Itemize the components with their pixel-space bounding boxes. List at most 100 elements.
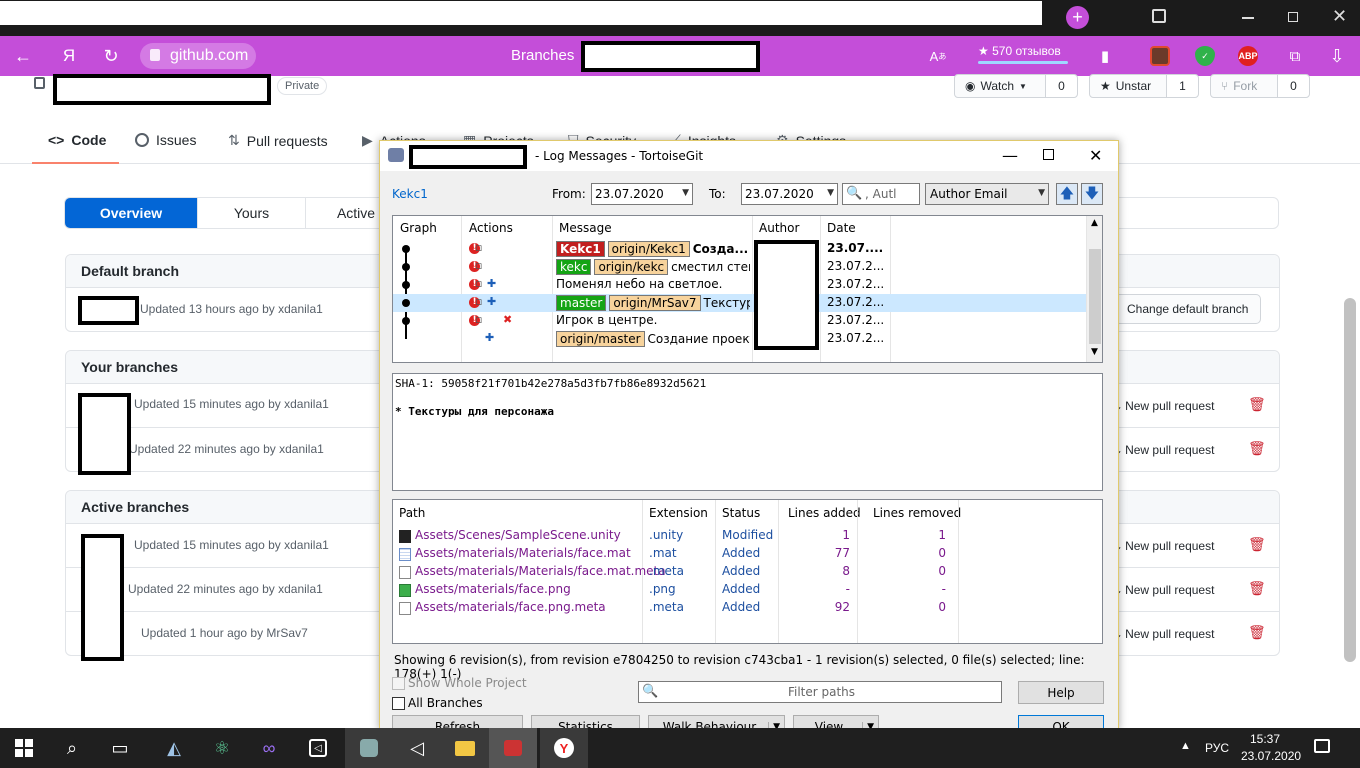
column-actions[interactable]: Actions [469, 221, 513, 235]
search-icon[interactable]: ⌕ [48, 728, 96, 768]
window-titlebar[interactable]: - Log Messages - TortoiseGit — ✕ [380, 141, 1118, 171]
column-message[interactable]: Message [559, 221, 612, 235]
new-pull-request-button[interactable]: ⇅New pull request [1111, 621, 1214, 647]
star-count[interactable]: 1 [1166, 75, 1198, 97]
list-scrollbar[interactable]: ▲ ▼ [1086, 216, 1102, 362]
scroll-down-icon[interactable]: ▼ [1091, 347, 1098, 357]
app-shark-icon[interactable]: ◭ [150, 728, 198, 768]
change-default-branch-button[interactable]: Change default branch [1114, 294, 1262, 324]
collections-icon[interactable] [1152, 9, 1166, 23]
filter-yours[interactable]: Yours [198, 198, 306, 228]
new-pull-request-button[interactable]: ⇅New pull request [1111, 437, 1214, 463]
scroll-up-icon[interactable]: ▲ [1091, 218, 1098, 228]
notifications-icon[interactable] [1314, 739, 1330, 753]
fork-button[interactable]: ⑂ Fork 0 [1210, 74, 1310, 98]
tab-issues[interactable]: Issues [135, 132, 196, 148]
clock-time[interactable]: 15:37 [1250, 732, 1280, 746]
restore-icon[interactable] [1288, 12, 1298, 22]
file-row[interactable]: Assets/materials/Materials/face.mat .mat A… [393, 545, 1101, 563]
filter-overview[interactable]: Overview [65, 198, 198, 228]
delete-branch-icon[interactable]: 🗑 [1248, 624, 1266, 641]
watch-button[interactable]: ◉ Watch ▼ 0 [954, 74, 1078, 98]
scroll-thumb[interactable] [1089, 249, 1101, 344]
column-date[interactable]: Date [827, 221, 856, 235]
tray-chevron-icon[interactable]: ▲ [1180, 740, 1191, 752]
start-icon[interactable] [0, 728, 48, 768]
delete-branch-icon[interactable]: 🗑 [1248, 440, 1266, 457]
address-bar[interactable]: github.com [140, 43, 256, 69]
current-branch-link[interactable]: Kekc1 [392, 187, 428, 201]
revision-list[interactable]: Graph Actions Message Author Date ! ▫ Kekc… [392, 215, 1103, 363]
bookmark-icon[interactable]: ▮ [1093, 36, 1117, 76]
close-icon[interactable]: ✕ [1089, 146, 1102, 165]
revision-row[interactable]: !▫kekcorigin/kekcсместил стен...23.07.2.… [393, 258, 1087, 276]
translate-icon[interactable]: Aあ [926, 36, 950, 76]
new-pull-request-button[interactable]: ⇅New pull request [1111, 393, 1214, 419]
task-view-icon[interactable]: ▭ [96, 728, 144, 768]
changed-files-list[interactable]: Path Extension Status Lines added Lines … [392, 499, 1103, 644]
new-pull-request-button[interactable]: ⇅New pull request [1111, 577, 1214, 603]
download-icon[interactable]: ⇩ [1325, 36, 1349, 76]
unity-hub-icon[interactable]: ◁ [294, 728, 342, 768]
delete-branch-icon[interactable]: 🗑 [1248, 580, 1266, 597]
fork-count[interactable]: 0 [1277, 75, 1309, 97]
file-row[interactable]: Assets/materials/Materials/face.mat.meta… [393, 563, 1101, 581]
all-branches-checkbox[interactable] [392, 697, 405, 710]
column-lines-added[interactable]: Lines added [788, 506, 861, 520]
commit-message-pane[interactable]: SHA-1: 59058f21f701b42e278a5d3fb7fb86e89… [392, 373, 1103, 491]
file-row[interactable]: Assets/materials/face.png.meta .meta Added… [393, 599, 1101, 617]
reload-icon[interactable]: ↻ [96, 36, 126, 76]
watch-count[interactable]: 0 [1045, 75, 1077, 97]
column-graph[interactable]: Graph [400, 221, 437, 235]
input-language[interactable]: РУС [1205, 741, 1229, 755]
column-author[interactable]: Author [759, 221, 799, 235]
column-path[interactable]: Path [399, 506, 425, 520]
reviews-badge[interactable]: ★ 570 отзывов [978, 44, 1068, 64]
screen-recorder-icon[interactable] [345, 728, 393, 768]
maximize-icon[interactable] [1043, 149, 1054, 160]
tab-code[interactable]: <> Code [48, 132, 106, 148]
arrow-down-icon[interactable]: 🡇 [1081, 183, 1103, 205]
help-button[interactable]: Help [1018, 681, 1104, 704]
arrow-up-icon[interactable]: 🡅 [1056, 183, 1078, 205]
yandex-browser-icon[interactable]: Y [540, 728, 588, 768]
column-lines-removed[interactable]: Lines removed [873, 506, 961, 520]
delete-branch-icon[interactable]: 🗑 [1248, 396, 1266, 413]
file-row[interactable]: Assets/Scenes/SampleScene.unity .unity Mod… [393, 527, 1101, 545]
unstar-button[interactable]: ★ Unstar 1 [1089, 74, 1199, 98]
extensions-icon[interactable]: ⧉ [1283, 36, 1307, 76]
minimize-icon[interactable] [1242, 17, 1254, 19]
to-date-picker[interactable]: 23.07.2020 ▼ [741, 183, 838, 205]
filter-paths-input[interactable]: 🔍 Filter paths [638, 681, 1002, 703]
search-input[interactable]: 🔍, Autl [842, 183, 920, 205]
file-explorer-icon[interactable] [441, 728, 489, 768]
tortoisegit-taskbar-icon[interactable] [489, 728, 537, 768]
filter-field-select[interactable]: Author Email ▼ [925, 183, 1049, 205]
new-tab-button[interactable]: + [1066, 6, 1089, 29]
adblock-icon[interactable]: ABP [1238, 46, 1258, 66]
back-icon[interactable]: ← [8, 36, 38, 76]
unity-editor-icon[interactable]: ◁ [393, 728, 441, 768]
revision-row[interactable]: ✚ origin/masterСоздание проекта. 23.07.2..… [393, 330, 1087, 348]
delete-branch-icon[interactable]: 🗑 [1248, 536, 1266, 553]
visual-studio-icon[interactable]: ∞ [245, 728, 293, 768]
revision-row[interactable]: ! ▫ ✖ Игрок в центре. 23.07.2... [393, 312, 1087, 330]
new-pull-request-button[interactable]: ⇅New pull request [1111, 533, 1214, 559]
revision-row[interactable]: ! ▫ Kekc1 origin/Kekc1 Созда... 23.07.... [393, 240, 1087, 258]
browser-tab-redacted[interactable] [0, 1, 1042, 25]
file-row[interactable]: Assets/materials/face.png .png Added - - [393, 581, 1101, 599]
from-date-picker[interactable]: 23.07.2020 ▼ [591, 183, 693, 205]
extension-shield-icon[interactable]: ✓ [1195, 46, 1215, 66]
minimize-icon[interactable]: — [1002, 146, 1018, 165]
extension-tv-icon[interactable] [1150, 46, 1170, 66]
clock-date[interactable]: 23.07.2020 [1241, 749, 1301, 763]
revision-row[interactable]: ! ▫ ✚ Поменял небо на светлое. 23.07.2... [393, 276, 1087, 294]
column-extension[interactable]: Extension [649, 506, 708, 520]
column-status[interactable]: Status [722, 506, 760, 520]
tab-pull-requests[interactable]: ⇅ Pull requests [228, 132, 328, 149]
page-scrollbar[interactable] [1344, 298, 1356, 662]
yandex-icon[interactable]: Я [54, 36, 84, 76]
atom-icon[interactable]: ⚛ [198, 728, 246, 768]
close-icon[interactable]: ✕ [1332, 6, 1347, 27]
show-whole-project-checkbox[interactable] [392, 677, 405, 690]
